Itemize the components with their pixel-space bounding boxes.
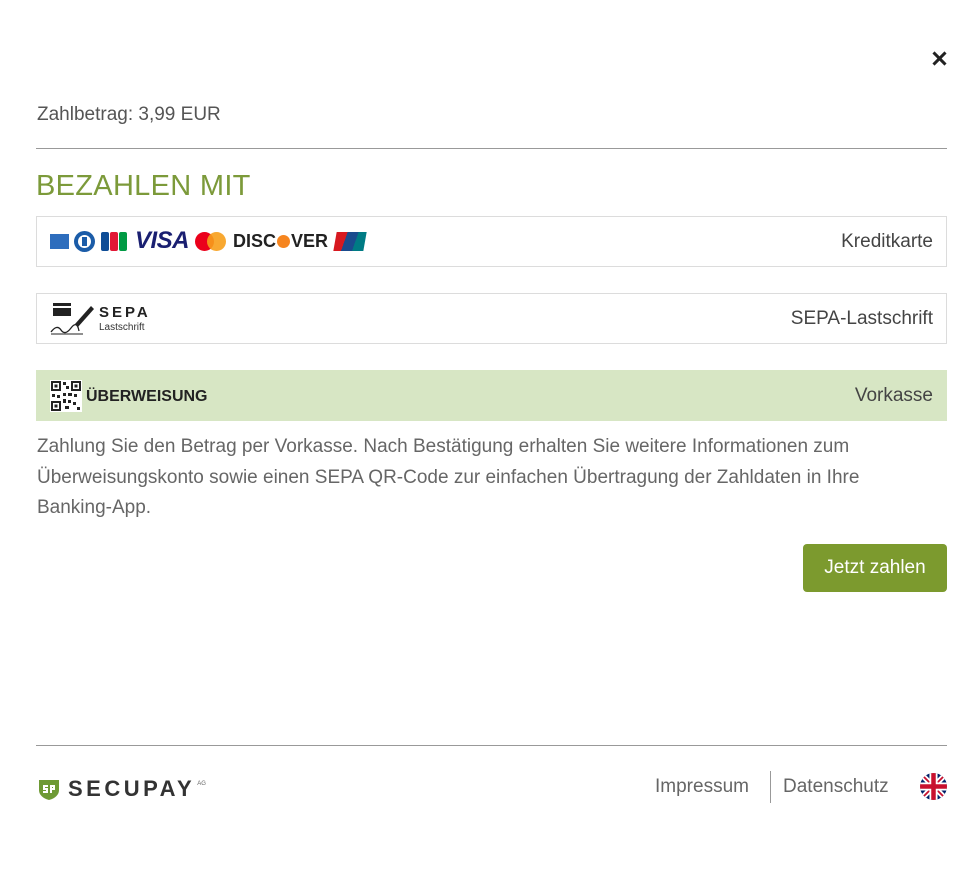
secupay-logo: SECUPAY AG — [37, 776, 206, 802]
close-icon[interactable] — [928, 48, 950, 70]
method-label: SEPA-Lastschrift — [790, 308, 933, 329]
method-sepa[interactable]: SEPA Lastschrift SEPA-Lastschrift — [36, 293, 947, 344]
amex-icon — [50, 233, 69, 249]
imprint-link[interactable]: Impressum — [655, 776, 749, 798]
payment-heading: BEZAHLEN MIT — [36, 170, 251, 202]
sepa-signature-icon — [50, 303, 94, 335]
footer-divider — [36, 745, 947, 746]
qr-code-icon — [50, 380, 82, 412]
sepa-logo: SEPA Lastschrift — [49, 302, 159, 336]
diners-club-icon — [74, 230, 95, 252]
privacy-link[interactable]: Datenschutz — [783, 776, 889, 798]
link-separator — [770, 771, 771, 803]
method-label: Vorkasse — [854, 385, 933, 406]
method-label: Kreditkarte — [841, 231, 933, 252]
mastercard-icon — [195, 231, 227, 252]
method-prepayment[interactable]: ÜBERWEISUNG Vorkasse — [36, 370, 947, 421]
divider — [36, 148, 947, 149]
discover-icon: DISC VER — [233, 230, 329, 251]
transfer-logo-text: ÜBERWEISUNG — [86, 388, 208, 405]
unionpay-icon — [333, 231, 367, 251]
card-brands: VISA DISC VER — [50, 227, 367, 254]
pay-now-button[interactable]: Jetzt zahlen — [803, 544, 947, 592]
jcb-icon — [101, 231, 128, 251]
uk-flag-icon[interactable] — [920, 773, 947, 800]
prepayment-description: Zahlung Sie den Betrag per Vorkasse. Nac… — [37, 436, 860, 518]
visa-icon: VISA — [135, 227, 190, 254]
method-credit-card[interactable]: VISA DISC VER Kreditkarte — [36, 216, 947, 267]
payment-amount: Zahlbetrag: 3,99 EUR — [37, 104, 221, 125]
secupay-shield-icon — [39, 780, 59, 800]
